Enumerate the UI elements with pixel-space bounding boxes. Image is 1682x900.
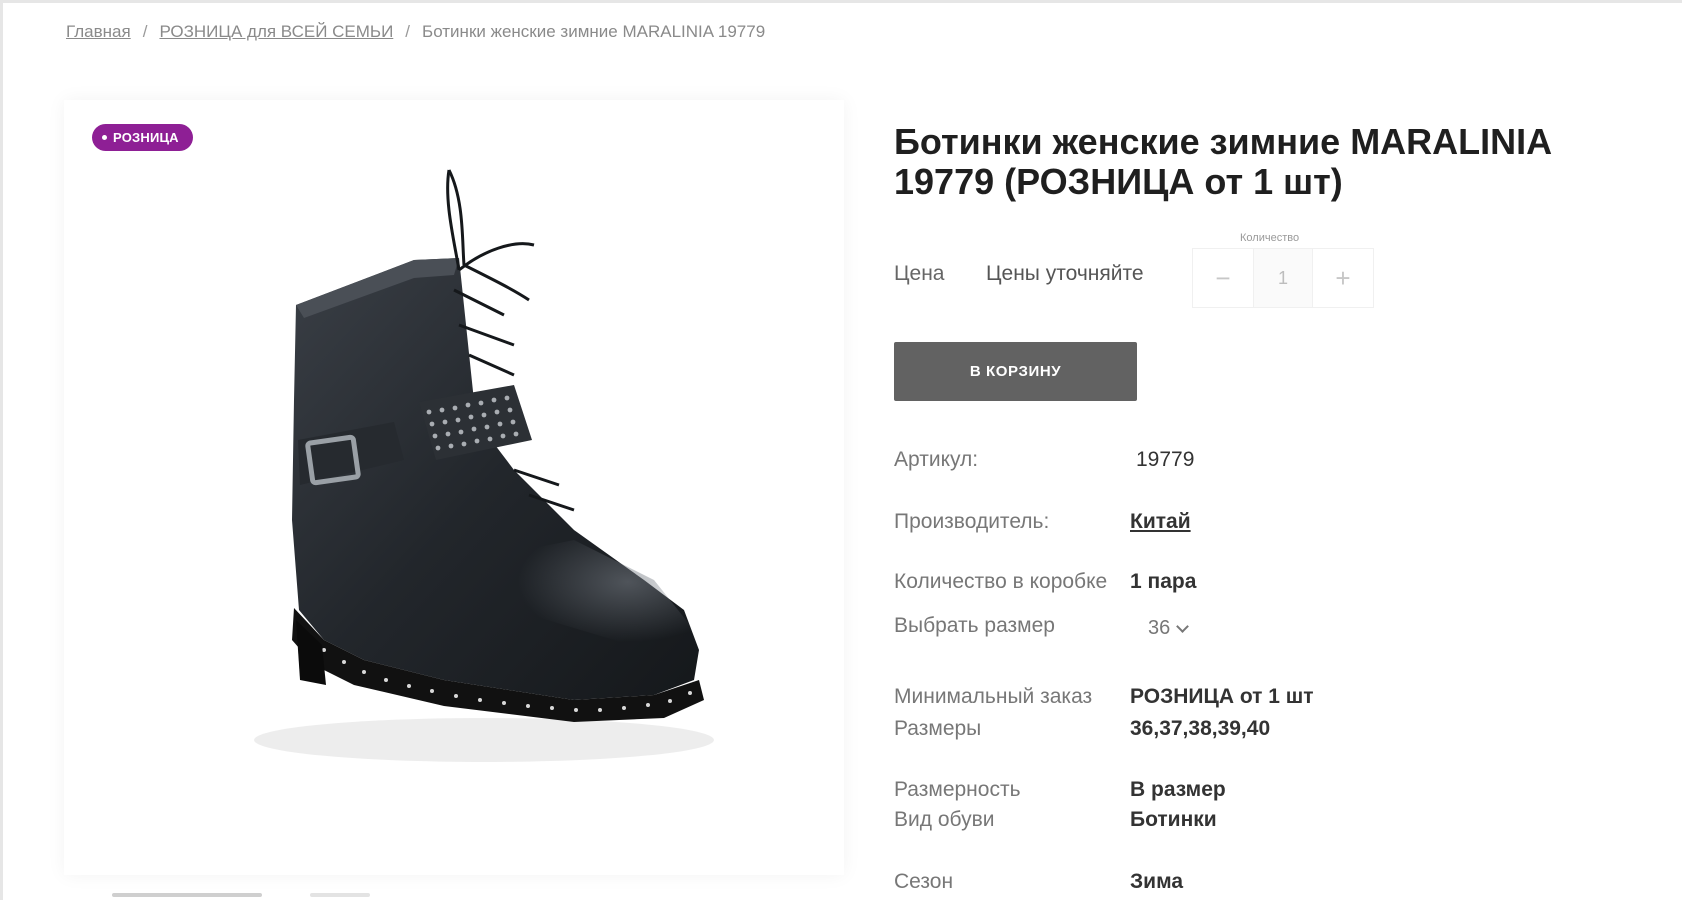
spec-value: 36,37,38,39,40 <box>1130 717 1271 740</box>
spec-row-manufacturer: Производитель: Китай <box>894 510 1191 534</box>
price-row: Цена Цены уточняйте <box>894 262 1144 286</box>
quantity-input[interactable]: 1 <box>1253 249 1313 307</box>
quantity-stepper: − 1 + <box>1192 248 1374 308</box>
spec-label: Производитель: <box>894 510 1050 533</box>
spec-value: 19779 <box>1136 448 1195 471</box>
breadcrumb-separator: / <box>405 22 411 41</box>
spec-row-article: Артикул: 19779 <box>894 448 1194 472</box>
spec-label: Сезон <box>894 870 954 893</box>
breadcrumb-link-home[interactable]: Главная <box>66 22 131 42</box>
product-title: Ботинки женские зимние MARALINIA 19779 (… <box>894 121 1551 202</box>
spec-label: Количество в коробке <box>894 570 1108 593</box>
chevron-down-icon <box>1176 619 1190 633</box>
spec-label: Вид обуви <box>894 808 995 831</box>
breadcrumb: Главная / РОЗНИЦА для ВСЕЙ СЕМЬИ / Ботин… <box>66 22 765 42</box>
spec-label: Минимальный заказ <box>894 685 1093 708</box>
size-dropdown[interactable]: 36 <box>1148 617 1190 640</box>
spec-value: РОЗНИЦА от 1 шт <box>1130 685 1314 708</box>
spec-row-sizes: Размеры 36,37,38,39,40 <box>894 717 1270 741</box>
product-image[interactable] <box>214 140 774 820</box>
size-dropdown-value: 36 <box>1148 617 1171 639</box>
spec-label: Выбрать размер <box>894 614 1055 637</box>
window-top-edge <box>0 0 1682 3</box>
spec-row-season: Сезон Зима <box>894 870 1183 894</box>
badge-label: РОЗНИЦА <box>113 130 179 145</box>
spec-label: Размерность <box>894 778 1021 801</box>
breadcrumb-separator: / <box>142 22 148 41</box>
price-label: Цена <box>894 262 945 285</box>
badge-dot-icon <box>102 135 107 140</box>
quantity-increment-button[interactable]: + <box>1313 249 1373 307</box>
price-value: Цены уточняйте <box>986 262 1144 285</box>
boot-illustration <box>254 169 714 762</box>
breadcrumb-link-category[interactable]: РОЗНИЦА для ВСЕЙ СЕМЬИ <box>159 22 393 42</box>
breadcrumb-current: Ботинки женские зимние MARALINIA 19779 <box>422 22 766 41</box>
spec-row-shoe-type: Вид обуви Ботинки <box>894 808 1217 832</box>
add-to-cart-button[interactable]: В КОРЗИНУ <box>894 342 1137 401</box>
spec-value: Ботинки <box>1130 808 1217 831</box>
product-image-card[interactable]: РОЗНИЦА <box>64 100 844 875</box>
quantity-label: Количество <box>1240 232 1300 244</box>
quantity-decrement-button[interactable]: − <box>1193 249 1253 307</box>
spec-label: Артикул: <box>894 448 979 471</box>
spec-label: Размеры <box>894 717 982 740</box>
spec-row-size-select: Выбрать размер <box>894 614 1130 638</box>
thumbnail-indicator[interactable] <box>310 893 370 897</box>
spec-value: 1 пара <box>1130 570 1197 593</box>
spec-row-min-order: Минимальный заказ РОЗНИЦА от 1 шт <box>894 685 1314 709</box>
retail-badge: РОЗНИЦА <box>92 124 193 151</box>
thumbnail-indicator[interactable] <box>112 893 262 897</box>
manufacturer-link[interactable]: Китай <box>1130 510 1191 534</box>
spec-row-box-quantity: Количество в коробке 1 пара <box>894 570 1196 594</box>
spec-value: Зима <box>1130 870 1184 893</box>
spec-row-sizing: Размерность В размер <box>894 778 1226 802</box>
spec-value: В размер <box>1130 778 1226 801</box>
window-left-edge <box>0 0 3 900</box>
